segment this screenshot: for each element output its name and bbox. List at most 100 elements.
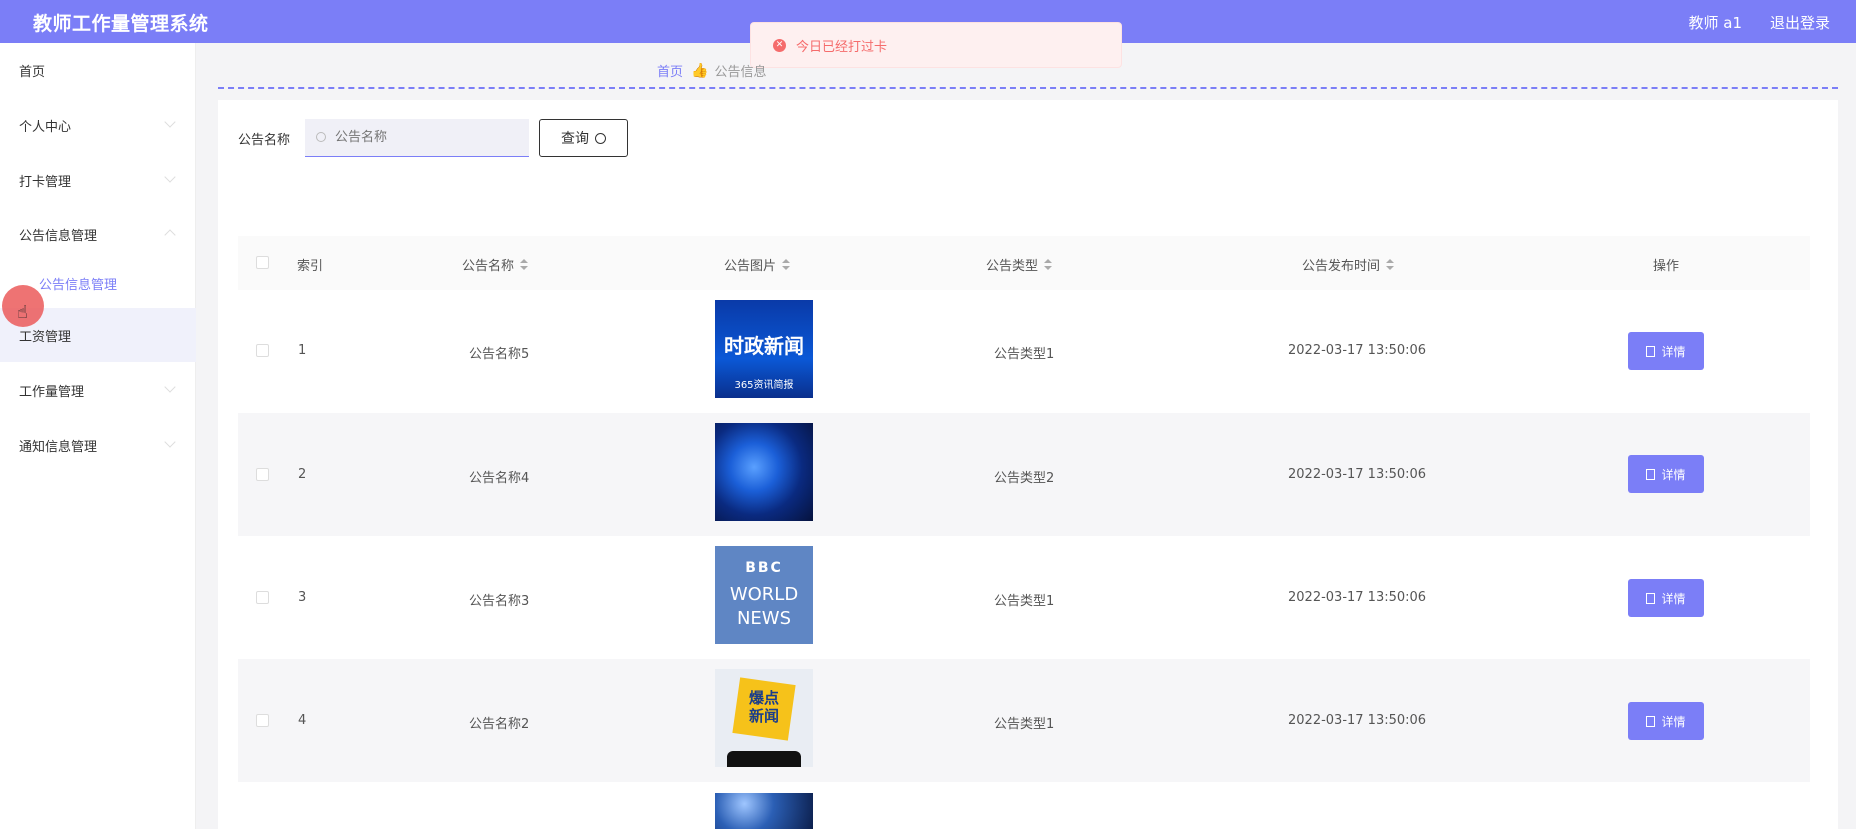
thumb-text: NEWS [736,608,792,629]
detail-button[interactable]: 详情 [1628,579,1704,617]
toast-message: 今日已经打过卡 [796,39,888,55]
row-name: 公告名称4 [469,471,530,486]
thumb-text-line: 爆点 [748,689,779,707]
col-actions: 操作 [1653,255,1679,274]
chevron-down-icon [164,116,176,128]
sidebar-item-label: 通知信息管理 [19,439,98,455]
document-icon [1646,468,1656,480]
col-name-label: 公告名称 [462,259,515,274]
query-button-label: 查询 [561,131,589,147]
sidebar-item-notices[interactable]: 通知信息管理 [0,418,196,472]
thumb-subtext: 365资讯简报 [734,380,794,391]
sidebar-item-checkin[interactable]: 打卡管理 [0,153,196,207]
row-type: 公告类型2 [994,471,1055,486]
detail-button-label: 详情 [1661,344,1686,359]
breadcrumb-current: 公告信息 [714,65,767,80]
col-index-label: 索引 [297,259,324,274]
detail-button-label: 详情 [1661,467,1686,482]
thumb-text: WORLD [729,584,799,605]
sidebar-item-home[interactable]: 首页 [0,43,196,97]
sort-icon[interactable] [520,258,529,271]
col-index: 索引 [297,255,323,274]
row-index: 2 [298,467,307,482]
app-title: 教师工作量管理系统 [33,13,209,35]
search-icon [316,132,326,142]
row-time: 2022-03-17 13:50:06 [1288,713,1427,728]
col-time[interactable]: 公告发布时间 [1302,255,1395,274]
sidebar-item-personal[interactable]: 个人中心 [0,98,196,152]
sort-icon[interactable] [1386,258,1395,271]
error-icon: ✕ [773,38,786,52]
thumb-text: BBC [745,560,783,576]
select-all-checkbox[interactable] [256,256,269,269]
breadcrumb: 首页 👍 公告信息 [657,61,767,81]
row-type: 公告类型1 [994,347,1055,362]
col-image[interactable]: 公告图片 [724,255,791,274]
detail-button[interactable]: 详情 [1628,455,1704,493]
thumb-sep-icon: 👍 [691,62,709,79]
news-thumbnail: 时政新闻 365资讯简报 [715,300,813,398]
row-time: 2022-03-17 13:50:06 [1288,590,1427,605]
partial-thumbnail [715,793,813,829]
chevron-down-icon [164,436,176,448]
logout-link[interactable]: 退出登录 [1770,12,1830,33]
hand-cursor-icon: ☝ [17,302,28,323]
divider [218,87,1838,89]
bbc-thumbnail: BBC WORLD NEWS [715,546,813,644]
thumb-text: 时政新闻 [724,334,804,358]
row-name: 公告名称5 [469,347,530,362]
thumb-text: 爆点 新闻 [736,689,792,725]
col-time-label: 公告发布时间 [1302,259,1381,274]
sidebar-item-label: 打卡管理 [19,174,72,190]
globe-thumbnail [715,423,813,521]
sidebar-item-announcements[interactable]: 公告信息管理 [0,207,196,261]
row-time: 2022-03-17 13:50:06 [1288,343,1427,358]
detail-button[interactable]: 详情 [1628,702,1704,740]
row-checkbox[interactable] [256,714,269,727]
user-name[interactable]: 教师 a1 [1688,12,1742,33]
query-button[interactable]: 查询 [539,119,628,157]
breaking-news-thumbnail: 爆点 新闻 [715,669,813,767]
sort-icon[interactable] [1044,258,1053,271]
sidebar-subitem-label: 公告信息管理 [39,277,118,293]
row-checkbox[interactable] [256,468,269,481]
sidebar-item-workload[interactable]: 工作量管理 [0,363,196,417]
chevron-down-icon [164,171,176,183]
sidebar-item-label: 个人中心 [19,119,72,135]
col-image-label: 公告图片 [724,259,777,274]
error-toast: ✕ 今日已经打过卡 [750,22,1122,68]
col-actions-label: 操作 [1653,259,1680,274]
chevron-up-icon [164,229,176,241]
row-time: 2022-03-17 13:50:06 [1288,467,1427,482]
search-icon [595,132,606,144]
document-icon [1646,345,1656,357]
document-icon [1646,715,1656,727]
row-name: 公告名称3 [469,594,530,609]
phone-shape [727,751,801,767]
row-checkbox[interactable] [256,591,269,604]
chevron-down-icon [164,381,176,393]
sidebar-item-label: 首页 [19,64,46,80]
breadcrumb-home[interactable]: 首页 [657,61,683,80]
sort-icon[interactable] [782,258,791,271]
row-type: 公告类型1 [994,594,1055,609]
detail-button[interactable]: 详情 [1628,332,1704,370]
row-name: 公告名称2 [469,717,530,732]
detail-button-label: 详情 [1661,591,1686,606]
thumb-text-line: 新闻 [748,707,779,725]
sidebar-item-label: 工资管理 [19,329,72,345]
col-name[interactable]: 公告名称 [462,255,529,274]
row-type: 公告类型1 [994,717,1055,732]
row-index: 3 [298,590,307,605]
row-index: 1 [298,343,307,358]
row-checkbox[interactable] [256,344,269,357]
document-icon [1646,592,1656,604]
detail-button-label: 详情 [1661,714,1686,729]
col-type[interactable]: 公告类型 [986,255,1053,274]
sidebar: 首页 个人中心 打卡管理 公告信息管理 公告信息管理 工资管理 工作量管理 通知… [0,43,196,829]
row-index: 4 [298,713,307,728]
col-type-label: 公告类型 [986,259,1039,274]
sidebar-item-label: 公告信息管理 [19,228,98,244]
search-input[interactable] [305,119,529,157]
search-label: 公告名称 [238,133,291,148]
